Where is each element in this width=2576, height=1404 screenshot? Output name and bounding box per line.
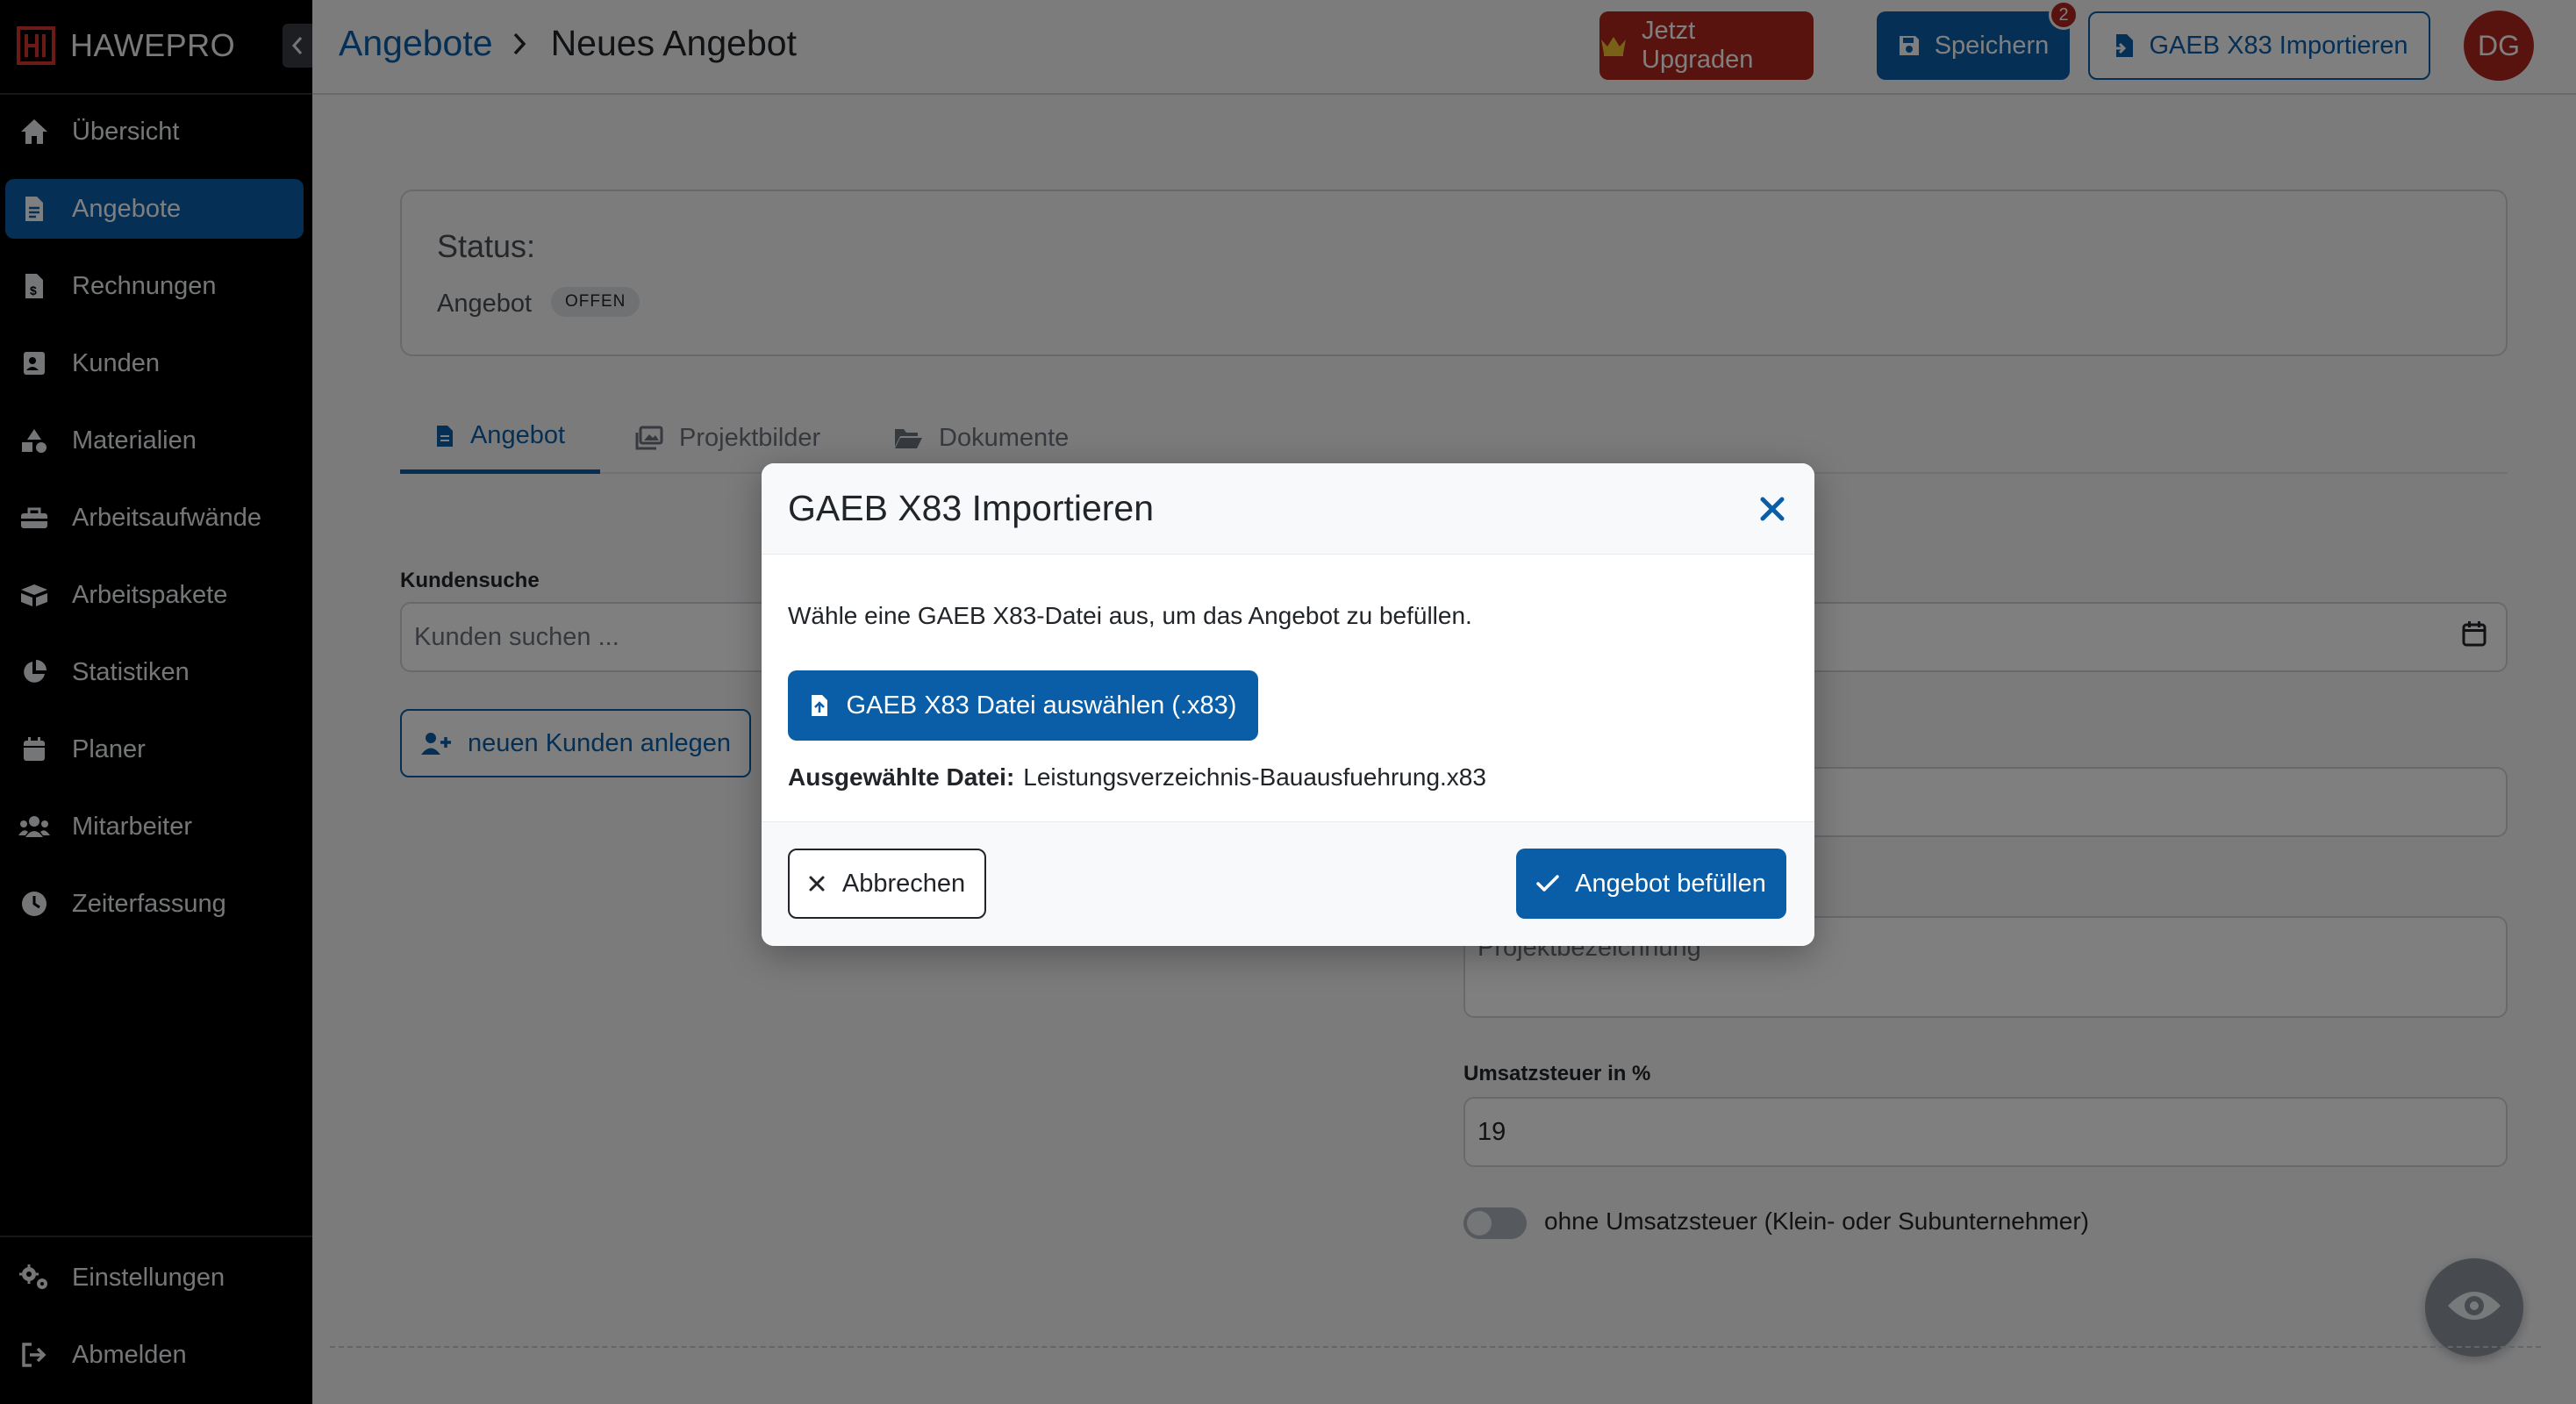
close-button[interactable] (1755, 491, 1790, 526)
modal-description: Wähle eine GAEB X83-Datei aus, um das An… (788, 602, 1472, 629)
file-upload-icon (810, 693, 829, 718)
check-icon (1536, 875, 1559, 892)
selected-file-info: Ausgewählte Datei: Leistungsverzeichnis-B… (788, 763, 1486, 792)
cancel-label: Abbrechen (841, 869, 966, 898)
selected-file-name: Leistungsverzeichnis-Bauausfuehrung.x83 (1023, 763, 1486, 791)
fill-offer-button[interactable]: Angebot befüllen (1516, 849, 1786, 919)
fill-offer-label: Angebot befüllen (1575, 869, 1766, 898)
close-icon (809, 876, 825, 892)
selected-file-label: Ausgewählte Datei: (788, 763, 1015, 791)
modal-title: GAEB X83 Importieren (788, 488, 1155, 528)
modal-footer: Abbrechen Angebot befüllen (762, 821, 1814, 946)
cancel-button[interactable]: Abbrechen (788, 849, 986, 919)
modal-header: GAEB X83 Importieren (762, 463, 1814, 555)
gaeb-import-modal: GAEB X83 Importieren Wähle eine GAEB X83… (762, 463, 1814, 946)
close-icon (1760, 497, 1785, 521)
choose-file-button[interactable]: GAEB X83 Datei auswählen (.x83) (788, 670, 1258, 741)
choose-file-label: GAEB X83 Datei auswählen (.x83) (846, 691, 1237, 720)
